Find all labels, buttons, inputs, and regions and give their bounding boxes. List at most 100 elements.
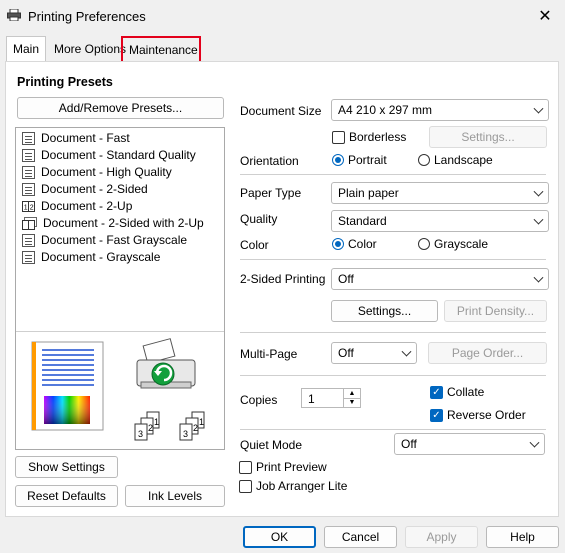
preset-label: Document - 2-Sided xyxy=(41,182,148,196)
borderless-settings-button[interactable]: Settings... xyxy=(429,126,547,148)
quality-value: Standard xyxy=(338,214,387,228)
print-preview-label: Print Preview xyxy=(256,460,327,474)
borderless-checkbox[interactable]: Borderless xyxy=(332,130,406,144)
copies-value[interactable]: 1 xyxy=(308,392,315,406)
list-item[interactable]: Document - Standard Quality xyxy=(22,148,196,162)
window-title: Printing Preferences xyxy=(28,9,146,24)
document-icon xyxy=(22,250,35,264)
document-icon xyxy=(22,131,35,145)
apply-button[interactable]: Apply xyxy=(405,526,478,548)
tab-maintenance-label: Maintenance xyxy=(129,42,198,57)
chevron-down-icon xyxy=(401,346,412,357)
job-arranger-checkbox[interactable]: Job Arranger Lite xyxy=(239,479,347,493)
grayscale-label: Grayscale xyxy=(434,237,489,251)
reset-defaults-button[interactable]: Reset Defaults xyxy=(15,485,118,507)
paper-type-select[interactable]: Plain paper xyxy=(331,182,549,204)
color-radio-dot[interactable] xyxy=(332,238,344,250)
presets-title: Printing Presets xyxy=(17,75,113,89)
page-order-button[interactable]: Page Order... xyxy=(428,342,547,364)
list-item[interactable]: Document - 2-Sided xyxy=(22,182,148,196)
divider xyxy=(240,174,546,175)
two-sided-settings-button[interactable]: Settings... xyxy=(331,300,438,322)
print-preview-checkbox[interactable]: Print Preview xyxy=(239,460,327,474)
list-item[interactable]: Document - Fast Grayscale xyxy=(22,233,187,247)
tab-main[interactable]: Main xyxy=(6,36,47,61)
check-icon[interactable]: ✓ xyxy=(430,408,443,422)
copies-spin-buttons: ▲ ▼ xyxy=(343,389,360,407)
landscape-radio-dot[interactable] xyxy=(418,154,430,166)
ok-button[interactable]: OK xyxy=(243,526,316,548)
print-preview-check[interactable] xyxy=(239,460,252,474)
portrait-radio[interactable]: Portrait xyxy=(332,153,387,167)
svg-text:2: 2 xyxy=(193,423,198,433)
copies-stepper[interactable]: 1 ▲ ▼ xyxy=(301,388,361,408)
svg-text:3: 3 xyxy=(138,429,143,439)
tab-maintenance[interactable]: Maintenance xyxy=(121,36,201,63)
list-item[interactable]: Document - Fast xyxy=(22,131,130,145)
preset-label: Document - Grayscale xyxy=(41,250,161,264)
printer-icon xyxy=(136,338,196,389)
copies-label: Copies xyxy=(240,393,278,407)
close-icon: ✕ xyxy=(538,8,552,25)
preset-label: Document - 2-Up xyxy=(41,199,133,213)
landscape-radio[interactable]: Landscape xyxy=(418,153,493,167)
collate-checkbox[interactable]: ✓ Collate xyxy=(430,385,484,399)
list-item[interactable]: Document - Grayscale xyxy=(22,250,160,264)
two-sided-label: 2-Sided Printing xyxy=(240,272,326,286)
ink-levels-button[interactable]: Ink Levels xyxy=(125,485,225,507)
list-item[interactable]: 12 Document - 2-Up xyxy=(22,199,132,213)
preset-label: Document - 2-Sided with 2-Up xyxy=(43,216,204,230)
paper-type-label: Paper Type xyxy=(240,186,302,200)
svg-text:2: 2 xyxy=(30,204,34,211)
reverse-order-icon: 3 2 1 xyxy=(179,411,205,441)
multi-page-select[interactable]: Off xyxy=(331,342,417,364)
color-label: Color xyxy=(240,238,269,252)
job-arranger-label: Job Arranger Lite xyxy=(256,479,348,493)
printer-icon xyxy=(7,9,21,21)
divider xyxy=(240,429,546,430)
document-icon xyxy=(22,165,35,179)
borderless-check[interactable] xyxy=(332,130,345,144)
svg-text:2: 2 xyxy=(148,423,153,433)
document-icon xyxy=(22,148,35,162)
help-button[interactable]: Help xyxy=(486,526,559,548)
page-preview-icon xyxy=(31,341,104,431)
list-item[interactable]: Document - 2-Sided with 2-Up xyxy=(22,216,204,230)
decrement-button[interactable]: ▼ xyxy=(344,398,360,407)
quality-label: Quality xyxy=(240,212,278,226)
print-density-button[interactable]: Print Density... xyxy=(444,300,547,322)
document-size-select[interactable]: A4 210 x 297 mm xyxy=(331,99,549,121)
color-radio[interactable]: Color xyxy=(332,237,377,251)
cancel-button[interactable]: Cancel xyxy=(324,526,397,548)
grayscale-radio[interactable]: Grayscale xyxy=(418,237,488,251)
add-remove-presets-button[interactable]: Add/Remove Presets... xyxy=(17,97,224,119)
preset-label: Document - High Quality xyxy=(41,165,172,179)
quiet-mode-value: Off xyxy=(401,437,417,451)
two-sided-select[interactable]: Off xyxy=(331,268,549,290)
tab-main-label: Main xyxy=(13,42,40,56)
color-option-label: Color xyxy=(348,237,377,251)
reverse-order-checkbox[interactable]: ✓ Reverse Order xyxy=(430,408,526,422)
grayscale-radio-dot[interactable] xyxy=(418,238,430,250)
job-arranger-check[interactable] xyxy=(239,479,252,493)
multi-page-value: Off xyxy=(338,346,354,360)
check-icon[interactable]: ✓ xyxy=(430,385,443,399)
divider xyxy=(240,332,546,333)
divider xyxy=(240,375,546,376)
orientation-label: Orientation xyxy=(240,154,299,168)
collate-label: Collate xyxy=(447,385,485,399)
tab-more-options[interactable]: More Options xyxy=(48,38,132,60)
portrait-radio-dot[interactable] xyxy=(332,154,344,166)
quiet-mode-select[interactable]: Off xyxy=(394,433,545,455)
chevron-down-icon xyxy=(529,437,540,448)
paper-type-value: Plain paper xyxy=(338,186,399,200)
chevron-down-icon xyxy=(533,214,544,225)
list-item[interactable]: Document - High Quality xyxy=(22,165,172,179)
svg-text:1: 1 xyxy=(199,417,204,427)
quality-select[interactable]: Standard xyxy=(331,210,549,232)
portrait-label: Portrait xyxy=(348,153,387,167)
show-settings-button[interactable]: Show Settings xyxy=(15,456,118,478)
svg-text:3: 3 xyxy=(183,429,188,439)
close-button[interactable]: ✕ xyxy=(525,0,565,32)
chevron-down-icon xyxy=(533,103,544,114)
